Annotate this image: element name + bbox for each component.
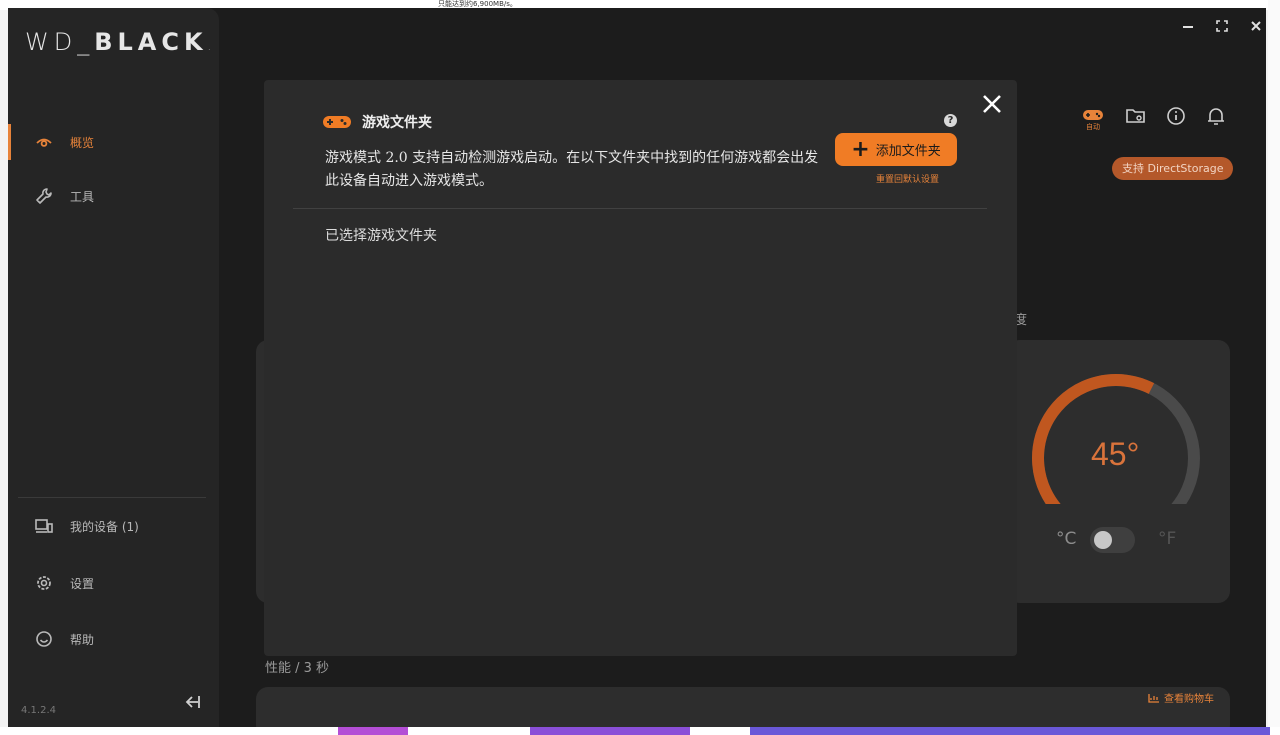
dialog-title: 游戏文件夹: [362, 115, 432, 131]
help-circle-icon: [36, 631, 52, 647]
plus-icon: +: [851, 136, 870, 162]
sidebar-item-help[interactable]: 帮助: [8, 621, 219, 657]
eye-icon: [36, 138, 52, 147]
add-folder-button[interactable]: + 添加文件夹: [835, 133, 957, 166]
wrench-icon: [36, 188, 52, 204]
sidebar-item-settings[interactable]: 设置: [8, 565, 219, 601]
celsius-label: °C: [1056, 529, 1077, 549]
collapse-sidebar-icon[interactable]: [183, 692, 203, 712]
help-icon[interactable]: ?: [944, 114, 957, 127]
sidebar-divider: [18, 497, 206, 498]
fahrenheit-label: °F: [1158, 529, 1177, 549]
game-folder-dialog: 游戏文件夹 ? 游戏模式 2.0 支持自动检测游戏启动。在以下文件夹中找到的任何…: [264, 80, 1017, 656]
sidebar-item-label: 设置: [70, 576, 95, 591]
chart-icon: [1148, 693, 1159, 703]
view-cart-label: 查看购物车: [1164, 694, 1214, 705]
gamemode-auto-label: 自动: [1086, 123, 1100, 131]
desktop-color-band: [750, 727, 1270, 735]
app-version: 4.1.2.4: [21, 705, 56, 716]
desktop-color-band: [338, 727, 408, 735]
reset-defaults-link[interactable]: 重置回默认设置: [876, 172, 939, 185]
desktop-right-edge: [1268, 0, 1280, 735]
selected-folders-label: 已选择游戏文件夹: [325, 228, 437, 244]
toggle-knob: [1094, 531, 1112, 549]
sidebar-item-label: 概览: [70, 135, 95, 150]
gamepad-icon: [323, 116, 351, 128]
sidebar-item-overview[interactable]: 概览: [8, 124, 219, 160]
dialog-title-row: 游戏文件夹: [322, 112, 432, 132]
performance-card: [256, 687, 1230, 727]
sidebar-item-label: 帮助: [70, 632, 95, 647]
gear-icon: [37, 576, 51, 590]
performance-label: 性能 / 3 秒: [265, 661, 330, 676]
sidebar-item-my-devices[interactable]: 我的设备 (1): [8, 508, 219, 544]
sidebar-item-label: 我的设备 (1): [70, 519, 139, 534]
sidebar: WD_BLACK. 概览 工具 我的设备 (1) 设置 帮助 4.1.2.4: [8, 8, 219, 727]
folder-icon[interactable]: [1124, 104, 1148, 128]
bell-icon[interactable]: [1204, 104, 1228, 128]
temperature-unit-toggle[interactable]: [1090, 527, 1135, 553]
dialog-description: 游戏模式 2.0 支持自动检测游戏启动。在以下文件夹中找到的任何游戏都会出发此设…: [325, 150, 819, 189]
view-cart-link[interactable]: 查看购物车: [1148, 690, 1214, 705]
desktop-color-band: [530, 727, 690, 735]
wd-black-logo: WD_BLACK.: [25, 28, 216, 56]
directstorage-badge: 支持 DirectStorage: [1112, 157, 1234, 180]
maximize-icon[interactable]: [1214, 18, 1230, 34]
close-window-icon[interactable]: [1248, 18, 1264, 34]
sidebar-item-tools[interactable]: 工具: [8, 178, 219, 214]
temperature-value: 45°: [1091, 436, 1140, 472]
add-folder-label: 添加文件夹: [875, 144, 941, 159]
minimize-icon[interactable]: [1180, 18, 1196, 34]
app-window: WD_BLACK. 概览 工具 我的设备 (1) 设置 帮助 4.1.2.4 自…: [8, 8, 1266, 727]
info-icon[interactable]: [1164, 104, 1188, 128]
devices-icon: [35, 519, 53, 533]
close-icon[interactable]: [980, 92, 1004, 116]
dialog-divider: [293, 208, 987, 209]
sidebar-item-label: 工具: [70, 189, 95, 204]
